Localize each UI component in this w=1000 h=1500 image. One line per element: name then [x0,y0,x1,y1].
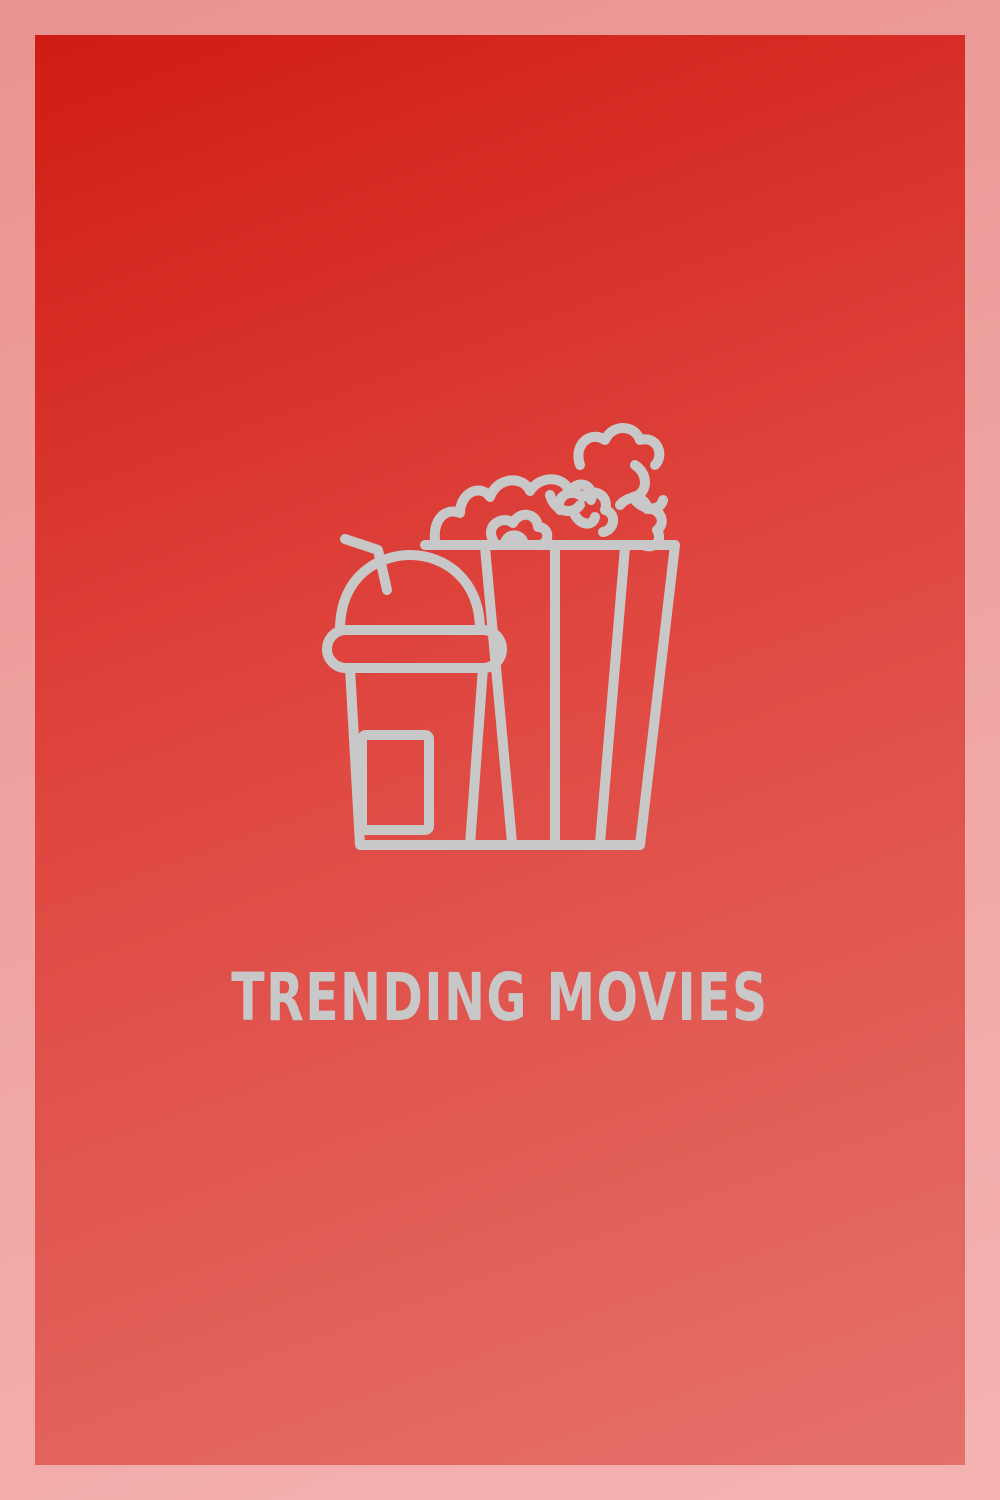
drink-cup [322,534,507,850]
poster-title: TRENDING MOVIES [231,959,769,1036]
popcorn-bucket [420,540,680,850]
poster-card: TRENDING MOVIES [35,35,965,1465]
popcorn-and-drink-icon [320,420,680,900]
popcorn-kernels [429,423,668,552]
